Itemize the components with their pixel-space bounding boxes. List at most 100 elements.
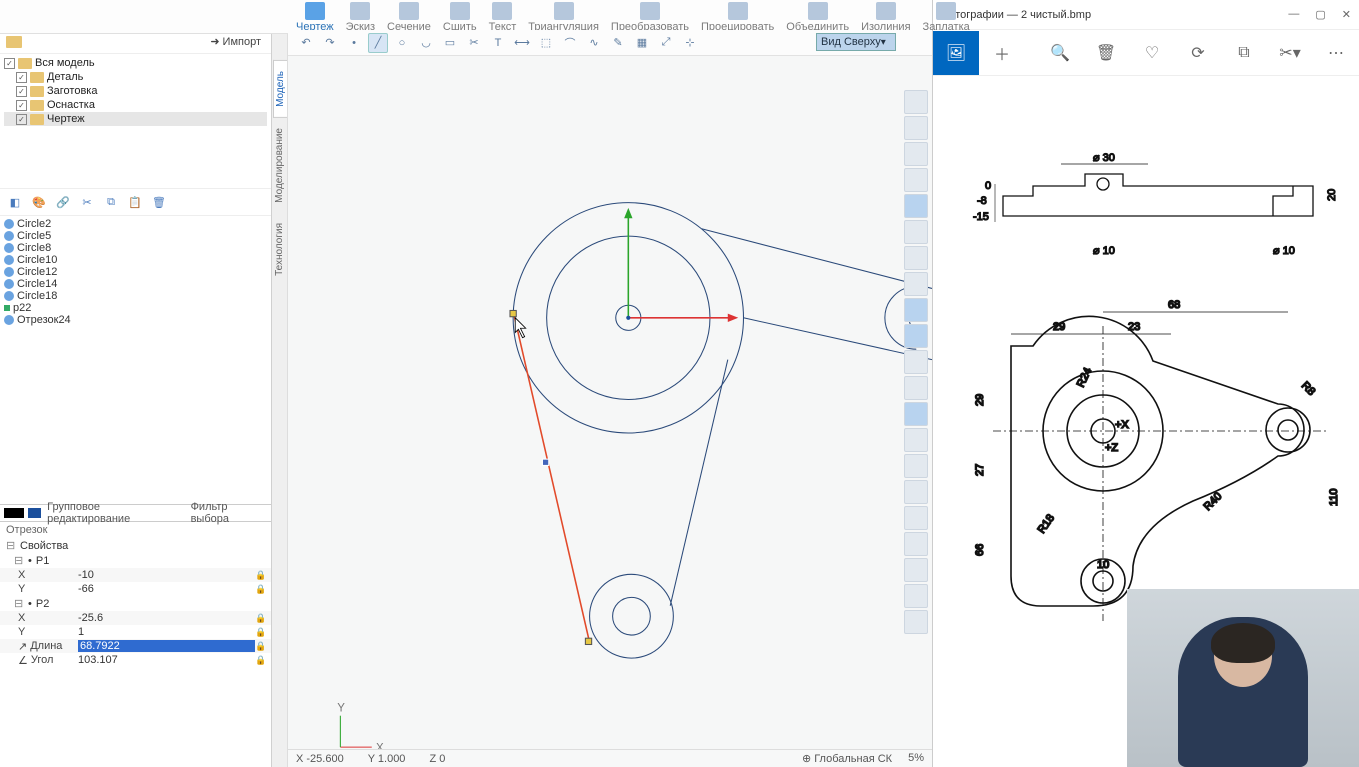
color-swatch-blue[interactable] [28, 508, 42, 518]
solid-icon[interactable] [904, 220, 928, 244]
object-item[interactable]: Circle14 [4, 278, 267, 290]
photos-trash-icon[interactable]: 🗑 [1083, 31, 1129, 75]
import-button[interactable]: ➜ Импорт [206, 33, 265, 50]
ribbon-Преобразовать[interactable]: Преобразовать [611, 2, 689, 33]
tree-item[interactable]: ✓Деталь [4, 70, 267, 84]
object-item[interactable]: Circle10 [4, 254, 267, 266]
tool1-icon[interactable] [904, 298, 928, 322]
prop-row[interactable]: X-25.6🔒 [0, 611, 271, 625]
tool13-icon[interactable] [904, 610, 928, 634]
lock-icon[interactable]: 🔒 [255, 655, 265, 666]
object-item[interactable]: Circle12 [4, 266, 267, 278]
photos-add-icon[interactable]: ＋ [979, 31, 1025, 75]
photos-edit-icon[interactable]: ✂▾ [1267, 31, 1313, 75]
rect-tool-icon[interactable]: ▭ [440, 33, 460, 53]
ribbon-Текст[interactable]: Текст [489, 2, 517, 33]
tool12-icon[interactable] [904, 584, 928, 608]
photos-crop-icon[interactable]: ⧉ [1221, 31, 1267, 75]
tool6-icon[interactable] [904, 428, 928, 452]
persp-icon[interactable] [904, 168, 928, 192]
text-tool-icon[interactable]: T [488, 33, 508, 53]
edit-icon[interactable]: ✎ [608, 33, 628, 53]
redo-icon[interactable]: ↷ [320, 33, 340, 53]
tree-item[interactable]: ✓Оснастка [4, 98, 267, 112]
ribbon-Объединить[interactable]: Объединить [786, 2, 849, 33]
length-value[interactable]: 68.7922 [78, 640, 255, 652]
tool7-icon[interactable] [904, 454, 928, 478]
ribbon-Эскиз[interactable]: Эскиз [346, 2, 375, 33]
ribbon-Триангуляция[interactable]: Триангуляция [528, 2, 599, 33]
object-item[interactable]: Circle2 [4, 218, 267, 230]
zoom-icon[interactable]: 🔍 [244, 3, 268, 27]
drawing-canvas[interactable]: X Y Z [288, 56, 932, 749]
angle-value[interactable]: 103.107 [78, 654, 255, 666]
arc-tool-icon[interactable]: ◡ [416, 33, 436, 53]
grid-icon[interactable] [904, 194, 928, 218]
p1-label[interactable]: P1 [36, 555, 49, 567]
viewcube-icon[interactable] [904, 90, 928, 114]
photos-minimize-icon[interactable]: — [1288, 8, 1299, 21]
photos-zoom-icon[interactable]: 🔍 [1037, 31, 1083, 75]
ribbon-Сечение[interactable]: Сечение [387, 2, 431, 33]
dim-icon[interactable]: ⟷ [512, 33, 532, 53]
side-tab[interactable]: Технология [273, 213, 286, 286]
offset-icon[interactable]: ⬚ [536, 33, 556, 53]
tree-item[interactable]: ✓Вся модель [4, 56, 267, 70]
circle-tool-icon[interactable]: ○ [392, 33, 412, 53]
tool2-icon[interactable] [904, 324, 928, 348]
color-swatch-black[interactable] [4, 508, 24, 518]
delete-icon[interactable]: 🗑 [150, 193, 168, 211]
tool4-icon[interactable] [904, 376, 928, 400]
object-item[interactable]: Circle5 [4, 230, 267, 242]
open-icon[interactable]: 📂 [116, 3, 140, 27]
tool10-icon[interactable] [904, 532, 928, 556]
point-icon[interactable]: • [344, 33, 364, 53]
link-icon[interactable]: 🔗 [54, 193, 72, 211]
ribbon-Чертеж[interactable]: Чертеж [296, 2, 334, 33]
tree-item[interactable]: ✓Заготовка [4, 84, 267, 98]
ribbon-Проецировать[interactable]: Проецировать [701, 2, 774, 33]
tool9-icon[interactable] [904, 506, 928, 530]
layer-icon[interactable]: ◧ [6, 193, 24, 211]
tool8-icon[interactable] [904, 480, 928, 504]
p2-label[interactable]: P2 [36, 598, 49, 610]
object-item[interactable]: Circle8 [4, 242, 267, 254]
lock-icon[interactable]: 🔒 [255, 641, 265, 652]
break-icon[interactable]: ⊹ [680, 33, 700, 53]
photos-rotate-icon[interactable]: ⟳ [1175, 31, 1221, 75]
view-orientation-combo[interactable]: Вид Сверху ▾ [816, 33, 896, 51]
column-icon[interactable]: ☷ [212, 3, 236, 27]
extend-icon[interactable]: ⤢ [656, 33, 676, 53]
cut-icon[interactable]: ✂ [78, 193, 96, 211]
photos-heart-icon[interactable]: ♡ [1129, 31, 1175, 75]
photos-more-icon[interactable]: ⋯ [1313, 31, 1359, 75]
photos-maximize-icon[interactable]: ▢ [1315, 8, 1325, 21]
copy-icon[interactable]: ⧉ [102, 193, 120, 211]
prop-row[interactable]: X-10🔒 [0, 568, 271, 582]
fillet-icon[interactable]: ⌒ [560, 33, 580, 53]
trim-icon[interactable]: ✂ [464, 33, 484, 53]
line-tool-icon[interactable]: ╱ [368, 33, 388, 53]
tool5-icon[interactable] [904, 402, 928, 426]
magnet-icon[interactable]: 🧲 [180, 3, 204, 27]
spline-icon[interactable]: ∿ [584, 33, 604, 53]
ribbon-Заплатка[interactable]: Заплатка [923, 2, 970, 33]
fit-icon[interactable] [904, 142, 928, 166]
photos-image[interactable]: ⌀ 30 0 -8 -15 ⌀ 10 ⌀ 10 20 [933, 76, 1359, 767]
object-item[interactable]: Circle18 [4, 290, 267, 302]
prop-row[interactable]: Y-66🔒 [0, 582, 271, 596]
undo-icon[interactable]: ↶ [296, 33, 316, 53]
object-item[interactable]: p22 [4, 302, 267, 314]
new-file-icon[interactable]: 📄 [84, 3, 108, 27]
object-item[interactable]: Отрезок24 [4, 314, 267, 326]
tree-item[interactable]: ✓Чертеж [4, 112, 267, 126]
save-icon[interactable]: 💾 [148, 3, 172, 27]
ribbon-Изолиния[interactable]: Изолиния [861, 2, 910, 33]
side-tab[interactable]: Моделирование [273, 118, 286, 213]
shade-icon[interactable] [904, 272, 928, 296]
tool11-icon[interactable] [904, 558, 928, 582]
properties-section[interactable]: Свойства [20, 540, 68, 552]
paste-icon[interactable]: 📋 [126, 193, 144, 211]
tool3-icon[interactable] [904, 350, 928, 374]
status-cs[interactable]: ⊕ Глобальная СК [802, 752, 892, 765]
